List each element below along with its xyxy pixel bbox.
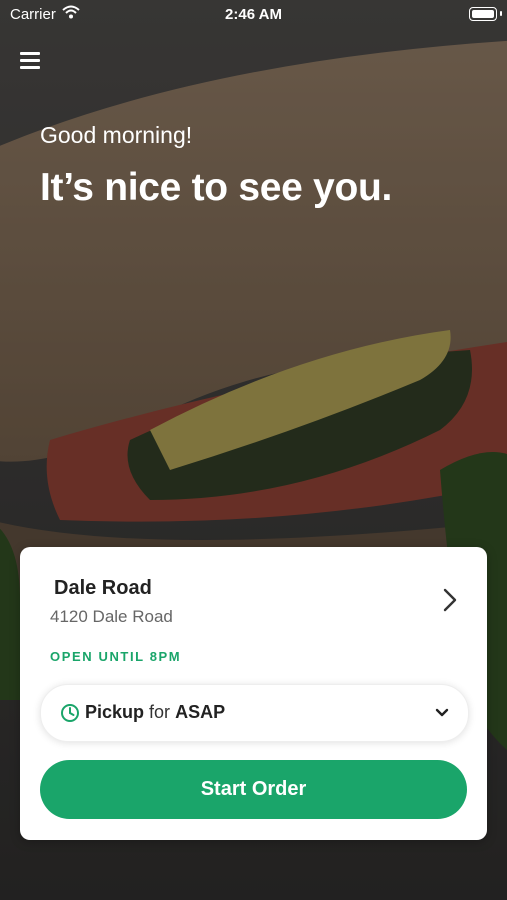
store-address[interactable]: 4120 Dale Road <box>50 607 173 627</box>
status-time: 2:46 AM <box>225 6 282 23</box>
battery-icon <box>469 7 497 21</box>
chevron-down-icon <box>434 705 450 721</box>
order-mode: Pickup <box>85 702 145 722</box>
order-type-select[interactable]: Pickup for ASAP <box>40 684 469 742</box>
chevron-right-icon[interactable] <box>439 587 461 613</box>
store-hours-badge: OPEN UNTIL 8PM <box>50 649 182 664</box>
headline-text: It’s nice to see you. <box>40 166 393 209</box>
greeting-text: Good morning! <box>40 122 193 148</box>
clock-icon <box>60 703 80 723</box>
status-bar: Carrier 2:46 AM <box>0 0 507 28</box>
store-name[interactable]: Dale Road <box>54 577 152 600</box>
order-type-label: Pickup for ASAP <box>85 702 225 723</box>
order-connector: for <box>149 702 171 722</box>
order-time: ASAP <box>175 702 226 722</box>
store-card: Dale Road 4120 Dale Road OPEN UNTIL 8PM … <box>20 547 487 840</box>
menu-icon[interactable] <box>18 48 42 70</box>
battery-tip <box>500 11 502 16</box>
start-order-button[interactable]: Start Order <box>40 760 467 819</box>
